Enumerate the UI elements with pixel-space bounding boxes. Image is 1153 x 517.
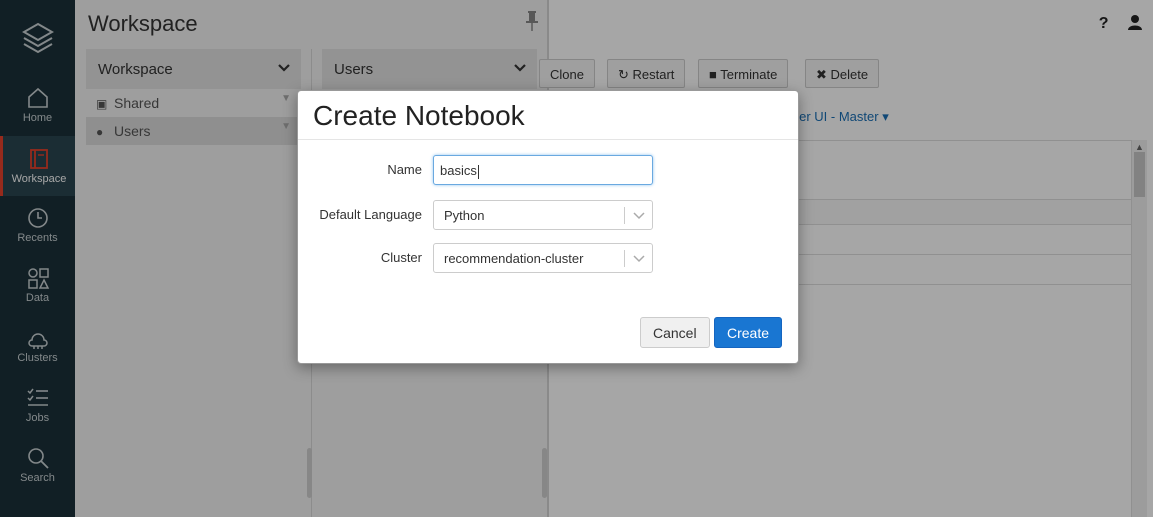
cluster-select[interactable]: recommendation-cluster [433, 243, 653, 273]
dialog-divider [298, 139, 798, 140]
chevron-down-icon [633, 212, 645, 220]
select-divider [624, 250, 625, 267]
select-divider [624, 207, 625, 224]
language-select-value: Python [444, 208, 485, 223]
notebook-name-input[interactable]: basics [433, 155, 653, 185]
cluster-select-value: recommendation-cluster [444, 251, 584, 266]
default-language-label: Default Language [319, 207, 422, 222]
cancel-button[interactable]: Cancel [640, 317, 710, 348]
chevron-down-icon [633, 255, 645, 263]
name-label: Name [387, 162, 422, 177]
cluster-label: Cluster [380, 250, 422, 265]
dialog-title: Create Notebook [313, 100, 525, 131]
name-input-value: basics [440, 163, 477, 178]
create-notebook-dialog: Create Notebook Name basics Default Lang… [297, 90, 799, 364]
text-cursor [477, 164, 479, 179]
create-button[interactable]: Create [714, 317, 783, 348]
language-select[interactable]: Python [433, 200, 653, 230]
